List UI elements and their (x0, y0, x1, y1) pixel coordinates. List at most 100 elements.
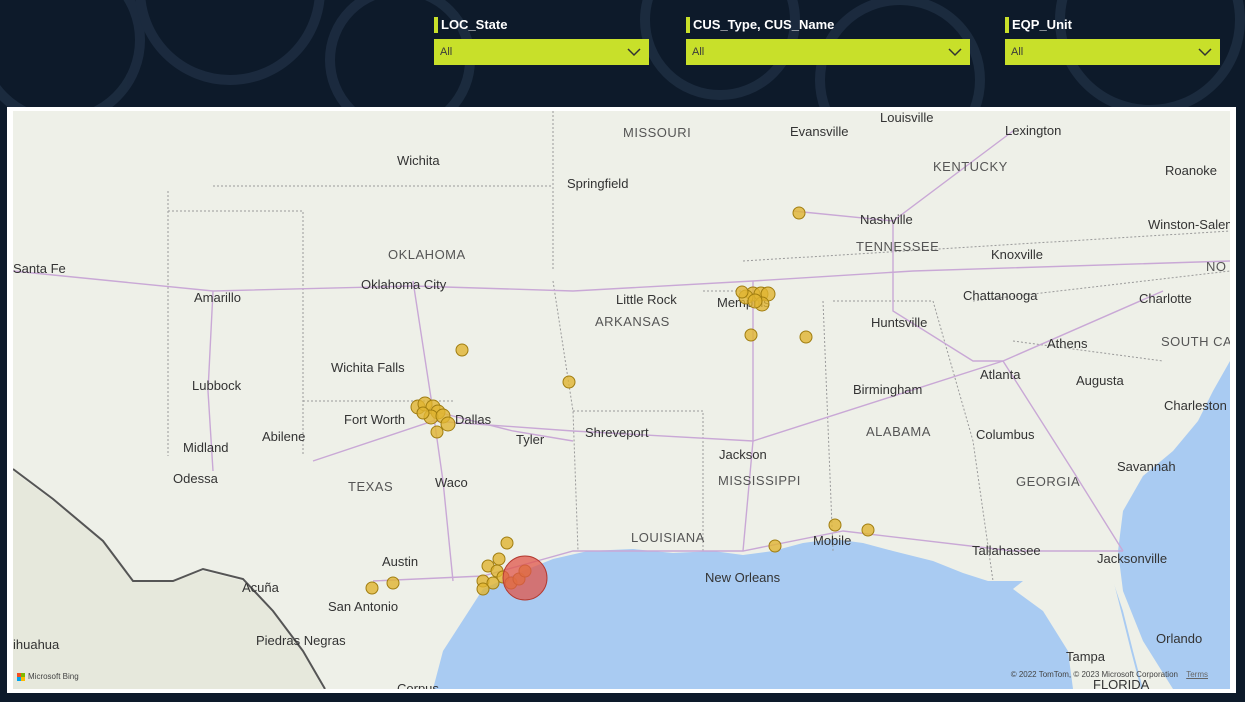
city-label: Savannah (1117, 459, 1176, 474)
city-label: San Antonio (328, 599, 398, 614)
terms-link[interactable]: Terms (1186, 670, 1208, 679)
slicer-title: LOC_State (434, 17, 649, 33)
city-label: Mobile (813, 533, 851, 548)
city-label: Acuña (242, 580, 280, 595)
city-label: Austin (382, 554, 418, 569)
location-bubble[interactable] (500, 536, 514, 550)
state-label: LOUISIANA (631, 530, 705, 545)
location-bubble[interactable] (562, 375, 576, 389)
city-label: Winston-Salem (1148, 217, 1230, 232)
chevron-down-icon (627, 48, 641, 57)
location-bubble[interactable] (747, 293, 763, 309)
city-label: Athens (1047, 336, 1088, 351)
slicer-title: CUS_Type, CUS_Name (686, 17, 970, 33)
city-label: Corpus (397, 681, 439, 689)
chevron-down-icon (948, 48, 962, 57)
location-bubble[interactable] (476, 582, 490, 596)
dropdown-value: All (440, 46, 453, 58)
map-canvas[interactable]: MISSOURI KENTUCKY TENNESSEE OKLAHOMA ARK… (13, 111, 1230, 689)
state-labels: MISSOURI KENTUCKY TENNESSEE OKLAHOMA ARK… (348, 125, 1230, 545)
loc-state-dropdown[interactable]: All (434, 39, 649, 65)
location-bubble[interactable] (768, 539, 782, 553)
city-label: Chattanooga (963, 288, 1038, 303)
state-label: TENNESSEE (856, 239, 939, 254)
state-label: OKLAHOMA (388, 247, 466, 262)
city-label: Tyler (516, 432, 545, 447)
city-label: Birmingham (853, 382, 922, 397)
map-svg: MISSOURI KENTUCKY TENNESSEE OKLAHOMA ARK… (13, 111, 1230, 689)
city-label: Lexington (1005, 123, 1061, 138)
location-bubble[interactable] (365, 581, 379, 595)
city-label: Charlotte (1139, 291, 1192, 306)
slicer-loc-state: LOC_State All (434, 17, 649, 65)
location-bubble[interactable] (861, 523, 875, 537)
city-label: Little Rock (616, 292, 677, 307)
city-label: Columbus (976, 427, 1035, 442)
city-label: Midland (183, 440, 229, 455)
map-provider-logo: Microsoft Bing (17, 672, 79, 681)
location-bubble[interactable] (799, 330, 813, 344)
city-label: Springfield (567, 176, 628, 191)
state-label: NO (1206, 259, 1227, 274)
state-label: TEXAS (348, 479, 393, 494)
state-label: MISSOURI (623, 125, 691, 140)
city-label: Nashville (860, 212, 913, 227)
city-label: Dallas (455, 412, 492, 427)
city-label: Abilene (262, 429, 305, 444)
city-label: Amarillo (194, 290, 241, 305)
cus-type-name-dropdown[interactable]: All (686, 39, 970, 65)
location-bubble[interactable] (744, 328, 758, 342)
state-label: SOUTH CAROLINA (1161, 334, 1230, 349)
city-label: New Orleans (705, 570, 781, 585)
slicer-eqp-unit: EQP_Unit All (1005, 17, 1220, 65)
city-label: ihuahua (13, 637, 60, 652)
location-bubble[interactable] (792, 206, 806, 220)
state-label: KENTUCKY (933, 159, 1008, 174)
state-label: ARKANSAS (595, 314, 670, 329)
city-label: Roanoke (1165, 163, 1217, 178)
map-visual: MISSOURI KENTUCKY TENNESSEE OKLAHOMA ARK… (7, 107, 1236, 693)
state-label: GEORGIA (1016, 474, 1080, 489)
city-label: Evansville (790, 124, 849, 139)
city-label: Jackson (719, 447, 767, 462)
dropdown-value: All (1011, 46, 1024, 58)
city-label: Waco (435, 475, 468, 490)
location-bubble[interactable] (416, 406, 430, 420)
location-bubble[interactable] (492, 552, 506, 566)
city-label: Piedras Negras (256, 633, 346, 648)
eqp-unit-dropdown[interactable]: All (1005, 39, 1220, 65)
location-bubble[interactable] (735, 285, 749, 299)
bubble-layer (365, 206, 875, 601)
location-bubble[interactable] (455, 343, 469, 357)
location-bubble-large[interactable] (502, 555, 548, 601)
location-bubble[interactable] (440, 416, 456, 432)
location-bubble[interactable] (430, 425, 444, 439)
map-copyright: © 2022 TomTom, © 2023 Microsoft Corporat… (1011, 670, 1208, 679)
city-label: Tampa (1066, 649, 1106, 664)
slicer-title: EQP_Unit (1005, 17, 1220, 33)
city-label: Knoxville (991, 247, 1043, 262)
city-label: Santa Fe (13, 261, 66, 276)
state-label: MISSISSIPPI (718, 473, 801, 488)
city-label: Orlando (1156, 631, 1202, 646)
slicer-cus-type-name: CUS_Type, CUS_Name All (686, 17, 970, 65)
chevron-down-icon (1198, 48, 1212, 57)
city-label: Shreveport (585, 425, 649, 440)
location-bubble[interactable] (386, 576, 400, 590)
highways (13, 130, 1230, 582)
city-label: Oklahoma City (361, 277, 447, 292)
city-label: Louisville (880, 111, 933, 125)
map-provider-label: Microsoft Bing (28, 672, 79, 681)
state-label: ALABAMA (866, 424, 931, 439)
city-label: Lubbock (192, 378, 242, 393)
location-bubble[interactable] (828, 518, 842, 532)
city-label: Odessa (173, 471, 219, 486)
copyright-text: © 2022 TomTom, © 2023 Microsoft Corporat… (1010, 670, 1178, 679)
city-label: Wichita (397, 153, 440, 168)
city-label: Wichita Falls (331, 360, 405, 375)
dropdown-value: All (692, 46, 705, 58)
city-label: Augusta (1076, 373, 1124, 388)
city-label: Charleston (1164, 398, 1227, 413)
city-label: Huntsville (871, 315, 927, 330)
city-label: Atlanta (980, 367, 1021, 382)
